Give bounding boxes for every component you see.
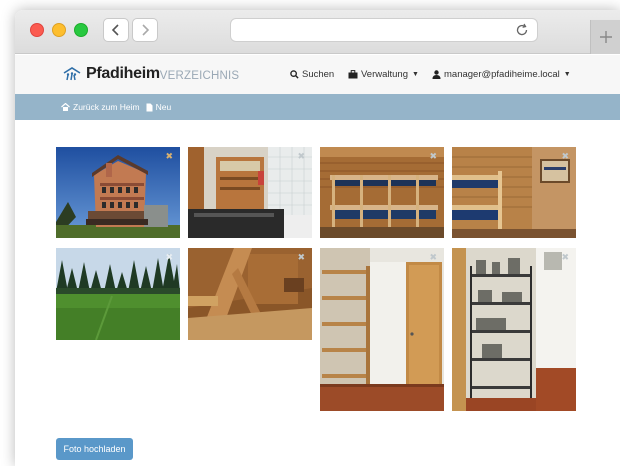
delete-photo-icon[interactable]: ✖ bbox=[561, 152, 569, 161]
breadcrumb-back-label: Zurück zum Heim bbox=[73, 102, 140, 112]
photo-thumbnail[interactable]: ✖ bbox=[452, 248, 576, 411]
delete-photo-icon[interactable]: ✖ bbox=[165, 152, 173, 161]
photo-thumbnail[interactable]: ✖ bbox=[56, 147, 180, 238]
site-navbar: Pfadiheim VERZEICHNIS Suchen Verwaltung … bbox=[15, 55, 620, 94]
home-icon bbox=[61, 103, 70, 111]
photo-bunk-beds-corner bbox=[452, 147, 576, 238]
reload-icon[interactable] bbox=[515, 23, 529, 37]
nav-user-dropdown[interactable]: manager@pfadiheime.local ▼ bbox=[432, 69, 571, 80]
zoom-window-button[interactable] bbox=[74, 23, 88, 37]
photo-bunk-beds bbox=[320, 147, 444, 238]
nav-admin-label: Verwaltung bbox=[361, 69, 409, 80]
browser-window: Pfadiheim VERZEICHNIS Suchen Verwaltung … bbox=[15, 10, 620, 466]
photo-kitchen bbox=[188, 147, 312, 238]
photo-thumbnail[interactable]: ✖ bbox=[188, 248, 312, 340]
minimize-window-button[interactable] bbox=[52, 23, 66, 37]
user-icon bbox=[432, 70, 441, 79]
file-icon bbox=[146, 103, 153, 111]
photo-thumbnail[interactable]: ✖ bbox=[320, 147, 444, 238]
brand-title: Pfadiheim bbox=[86, 65, 160, 82]
delete-photo-icon[interactable]: ✖ bbox=[429, 253, 437, 262]
breadcrumb-current: Neu bbox=[146, 102, 172, 112]
brand-subtitle: VERZEICHNIS bbox=[159, 69, 240, 82]
briefcase-icon bbox=[348, 70, 358, 79]
back-button[interactable] bbox=[103, 18, 129, 42]
brand-logo[interactable]: Pfadiheim VERZEICHNIS bbox=[63, 65, 239, 83]
photo-thumbnail[interactable]: ✖ bbox=[320, 248, 444, 411]
search-icon bbox=[290, 70, 299, 79]
forward-arrow-icon bbox=[142, 24, 150, 36]
nav-admin-dropdown[interactable]: Verwaltung ▼ bbox=[348, 69, 419, 80]
nav-search[interactable]: Suchen bbox=[290, 69, 334, 80]
address-bar[interactable] bbox=[230, 18, 538, 42]
nav-user-label: manager@pfadiheime.local bbox=[444, 69, 560, 80]
plus-icon bbox=[599, 31, 612, 43]
delete-photo-icon[interactable]: ✖ bbox=[165, 253, 173, 262]
delete-photo-icon[interactable]: ✖ bbox=[297, 253, 305, 262]
close-window-button[interactable] bbox=[30, 23, 44, 37]
photo-hallway-shelves bbox=[320, 248, 444, 411]
chevron-down-icon: ▼ bbox=[563, 71, 571, 78]
upload-photo-button[interactable]: Foto hochladen bbox=[56, 438, 133, 460]
browser-toolbar bbox=[15, 10, 620, 54]
forward-button[interactable] bbox=[132, 18, 158, 42]
delete-photo-icon[interactable]: ✖ bbox=[297, 152, 305, 161]
delete-photo-icon[interactable]: ✖ bbox=[429, 152, 437, 161]
photo-meadow bbox=[56, 248, 180, 340]
photo-thumbnail[interactable]: ✖ bbox=[452, 147, 576, 238]
back-arrow-icon bbox=[111, 24, 119, 36]
photo-thumbnail[interactable]: ✖ bbox=[56, 248, 180, 340]
logo-icon bbox=[63, 67, 81, 81]
photo-attic bbox=[188, 248, 312, 340]
nav-search-label: Suchen bbox=[302, 69, 335, 80]
delete-photo-icon[interactable]: ✖ bbox=[561, 253, 569, 262]
photo-storage-racks bbox=[452, 248, 576, 411]
breadcrumb: Zurück zum Heim Neu bbox=[15, 94, 620, 120]
chevron-down-icon: ▼ bbox=[412, 71, 419, 78]
new-tab-button[interactable] bbox=[590, 20, 620, 54]
photo-building-exterior bbox=[56, 147, 180, 238]
breadcrumb-back-link[interactable]: Zurück zum Heim bbox=[61, 102, 140, 112]
breadcrumb-current-label: Neu bbox=[155, 102, 172, 112]
photo-thumbnail[interactable]: ✖ bbox=[188, 147, 312, 238]
